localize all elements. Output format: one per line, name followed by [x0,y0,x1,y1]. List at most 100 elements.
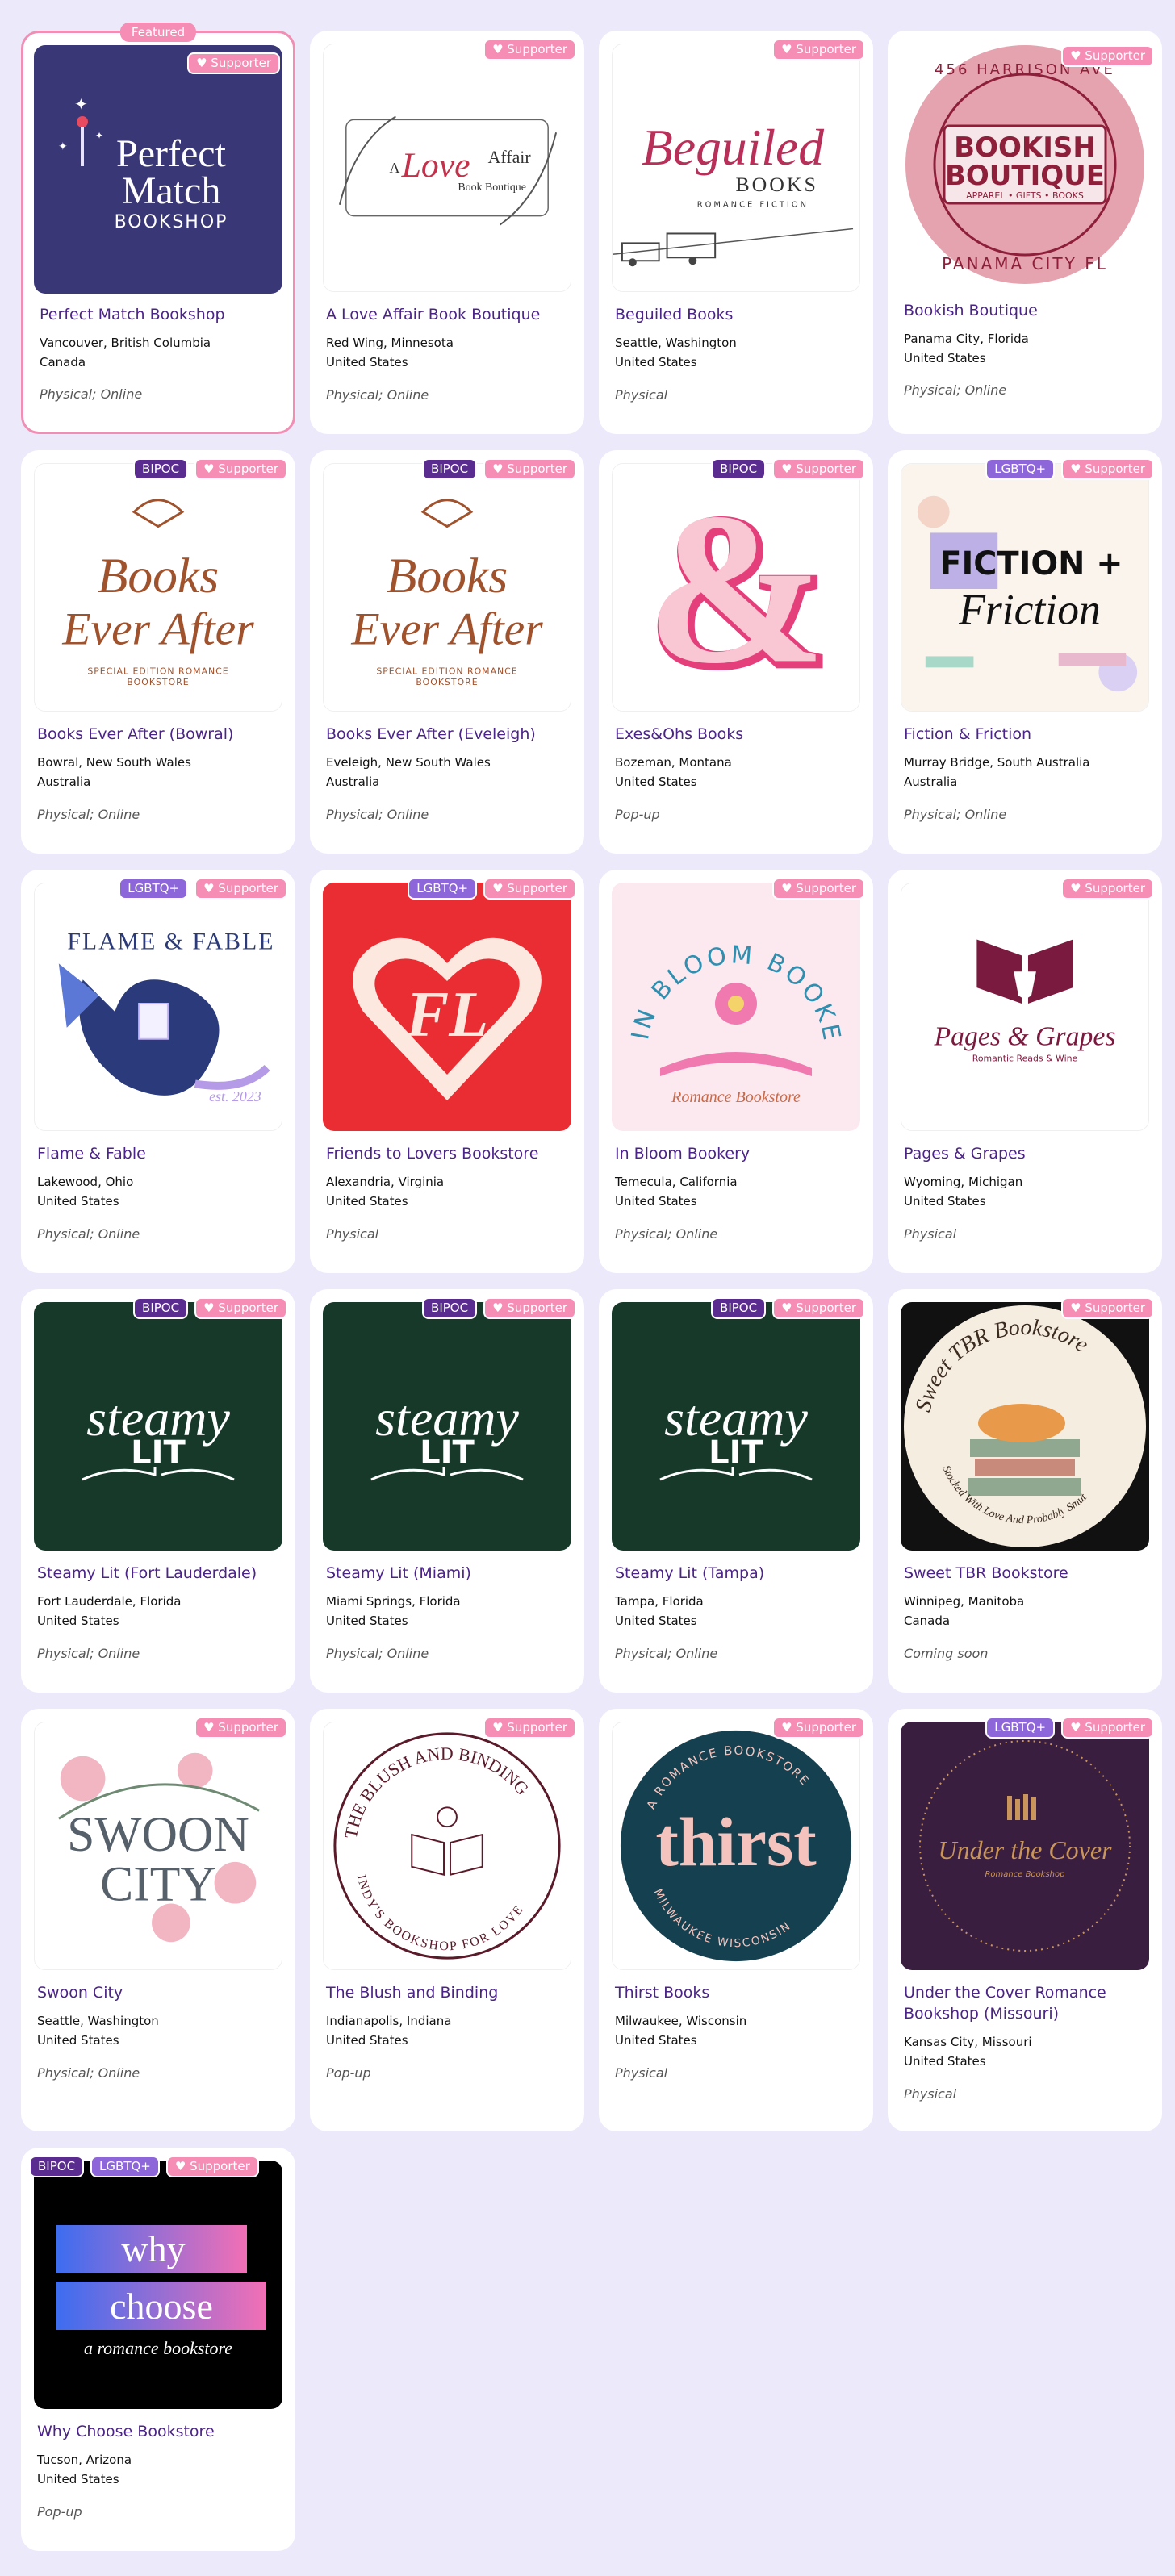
store-logo[interactable]: ✦ ✦ ✦ Perfect Match BOOKSHOP [34,45,282,294]
svg-text:Under the Cover: Under the Cover [938,1835,1112,1864]
store-card[interactable]: FL LGBTQ+ ♥ Supporter Friends to Lovers B… [310,870,584,1273]
lgbtq-badge: LGBTQ+ [119,878,189,900]
store-type: Physical; Online [40,386,143,402]
store-logo[interactable]: Under the Cover Romance Bookshop [901,1722,1149,1970]
store-card[interactable]: why choose a romance bookstore BIPOC LGBT… [21,2148,295,2551]
store-logo[interactable]: A Love Affair Book Boutique [323,44,571,292]
store-name[interactable]: Steamy Lit (Tampa) [615,1563,861,1584]
svg-text:Romantic Reads & Wine: Romantic Reads & Wine [972,1054,1078,1064]
store-card[interactable]: Sweet TBR Bookstore Stocked With Love An… [888,1289,1162,1693]
store-type: Physical [615,387,668,403]
store-card[interactable]: steamy LIT BIPOC ♥ Supporter Steamy Lit (… [310,1289,584,1693]
store-logo[interactable]: & & [612,463,860,712]
store-location: Tucson, Arizona United States [37,2453,132,2486]
store-logo[interactable]: THE BLUSH AND BINDING INDY'S BOOKSHOP FO… [323,1722,571,1970]
store-location: Vancouver, British Columbia Canada [40,336,211,369]
store-name[interactable]: A Love Affair Book Boutique [326,304,572,325]
svg-text:LIT: LIT [420,1434,475,1472]
svg-text:CITY: CITY [100,1857,216,1912]
store-name[interactable]: Bookish Boutique [904,300,1150,321]
store-logo[interactable]: Books Ever After SPECIAL EDITION ROMANCE… [34,463,282,712]
store-location: Bowral, New South Wales Australia [37,755,191,789]
store-card[interactable]: THE BLUSH AND BINDING INDY'S BOOKSHOP FO… [310,1709,584,2131]
store-card[interactable]: FICTION + Friction LGBTQ+ ♥ Supporter Fic… [888,450,1162,854]
store-location: Eveleigh, New South Wales Australia [326,755,491,789]
store-logo[interactable]: 456 HARRISON AVE BOOKISH BOUTIQUE APPARE… [901,44,1149,292]
supporter-badge: ♥ Supporter [165,2156,259,2177]
store-name[interactable]: Books Ever After (Eveleigh) [326,724,572,745]
store-card[interactable]: steamy LIT BIPOC ♥ Supporter Steamy Lit (… [21,1289,295,1693]
store-card[interactable]: 456 HARRISON AVE BOOKISH BOUTIQUE APPARE… [888,31,1162,434]
svg-text:FICTION +: FICTION + [939,545,1123,582]
store-location: Miami Springs, Florida United States [326,1594,461,1628]
bipoc-badge: BIPOC [711,458,767,480]
store-card[interactable]: SWOON CITY ♥ Supporter Swoon City Seattl… [21,1709,295,2131]
store-logo[interactable]: steamy LIT [34,1302,282,1551]
supporter-badge: ♥ Supporter [483,1297,576,1319]
store-logo[interactable]: Sweet TBR Bookstore Stocked With Love An… [901,1302,1149,1551]
svg-text:BOOKS: BOOKS [735,173,817,196]
supporter-badge: ♥ Supporter [1061,878,1154,900]
store-card[interactable]: steamy LIT BIPOC ♥ Supporter Steamy Lit (… [599,1289,873,1693]
store-type: Physical; Online [904,807,1007,822]
store-name[interactable]: Under the Cover Romance Bookshop (Missou… [904,1982,1150,2024]
store-name[interactable]: Sweet TBR Bookstore [904,1563,1150,1584]
store-location: Winnipeg, Manitoba Canada [904,1594,1025,1628]
svg-text:APPAREL • GIFTS • BOOKS: APPAREL • GIFTS • BOOKS [966,190,1084,201]
store-name[interactable]: Why Choose Bookstore [37,2421,283,2442]
svg-text:FLAME & FABLE: FLAME & FABLE [67,928,274,954]
store-logo[interactable]: Books Ever After SPECIAL EDITION ROMANCE… [323,463,571,712]
store-card[interactable]: Under the Cover Romance Bookshop LGBTQ+ ♥… [888,1709,1162,2131]
store-location: Red Wing, Minnesota United States [326,336,454,369]
store-name[interactable]: Beguiled Books [615,304,861,325]
store-name[interactable]: Pages & Grapes [904,1143,1150,1164]
store-logo[interactable]: FICTION + Friction [901,463,1149,712]
store-logo[interactable]: why choose a romance bookstore [34,2161,282,2409]
svg-text:Romance Bookshop: Romance Bookshop [985,1870,1064,1879]
store-name[interactable]: Flame & Fable [37,1143,283,1164]
store-card[interactable]: IN BLOOM BOOKERY Romance Bookstore ♥ Sup… [599,870,873,1273]
svg-text:why: why [121,2228,185,2269]
store-name[interactable]: The Blush and Binding [326,1982,572,2003]
svg-text:A: A [389,160,399,176]
svg-text:est. 2023: est. 2023 [209,1088,261,1104]
store-name[interactable]: In Bloom Bookery [615,1143,861,1164]
store-location: Milwaukee, Wisconsin United States [615,2014,747,2048]
svg-text:thirst: thirst [655,1805,817,1881]
store-name[interactable]: Thirst Books [615,1982,861,2003]
store-logo[interactable]: SWOON CITY [34,1722,282,1970]
store-logo[interactable]: FL [323,883,571,1131]
store-name[interactable]: Fiction & Friction [904,724,1150,745]
store-location: Fort Lauderdale, Florida United States [37,1594,182,1628]
store-name[interactable]: Books Ever After (Bowral) [37,724,283,745]
store-name[interactable]: Perfect Match Bookshop [40,304,286,325]
svg-text:Romance Bookstore: Romance Bookstore [671,1088,801,1106]
store-card[interactable]: Beguiled BOOKS ROMANCE FICTION ♥ Support… [599,31,873,434]
store-card[interactable]: FLAME & FABLE est. 2023 LGBTQ+ ♥ Supporte… [21,870,295,1273]
store-card[interactable]: & & BIPOC ♥ Supporter Exes&Ohs Books Boze… [599,450,873,854]
store-name[interactable]: Friends to Lovers Bookstore [326,1143,572,1164]
store-card[interactable]: A Love Affair Book Boutique ♥ Supporter … [310,31,584,434]
supporter-badge: ♥ Supporter [1061,458,1154,480]
store-name[interactable]: Exes&Ohs Books [615,724,861,745]
store-type: Physical; Online [904,382,1007,398]
store-logo[interactable]: FLAME & FABLE est. 2023 [34,883,282,1131]
store-card[interactable]: Books Ever After SPECIAL EDITION ROMANCE… [21,450,295,854]
store-card[interactable]: A ROMANCE BOOKSTORE thirst MILWAUKEE WIS… [599,1709,873,2131]
store-name[interactable]: Steamy Lit (Miami) [326,1563,572,1584]
store-logo[interactable]: Pages & Grapes Romantic Reads & Wine [901,883,1149,1131]
store-logo[interactable]: IN BLOOM BOOKERY Romance Bookstore [612,883,860,1131]
store-logo[interactable]: A ROMANCE BOOKSTORE thirst MILWAUKEE WIS… [612,1722,860,1970]
store-logo[interactable]: steamy LIT [323,1302,571,1551]
svg-text:Friction: Friction [958,586,1101,634]
store-card[interactable]: Pages & Grapes Romantic Reads & Wine ♥ S… [888,870,1162,1273]
store-name[interactable]: Swoon City [37,1982,283,2003]
store-name[interactable]: Steamy Lit (Fort Lauderdale) [37,1563,283,1584]
store-logo[interactable]: Beguiled BOOKS ROMANCE FICTION [612,44,860,292]
store-logo[interactable]: steamy LIT [612,1302,860,1551]
svg-text:Beguiled: Beguiled [642,119,824,176]
store-card[interactable]: Books Ever After SPECIAL EDITION ROMANCE… [310,450,584,854]
svg-text:FL: FL [405,979,488,1050]
svg-text:Pages & Grapes: Pages & Grapes [933,1022,1115,1052]
store-card[interactable]: Featured ✦ ✦ ✦ Perfect Match BOOKSHOP ♥ Su… [21,23,295,434]
